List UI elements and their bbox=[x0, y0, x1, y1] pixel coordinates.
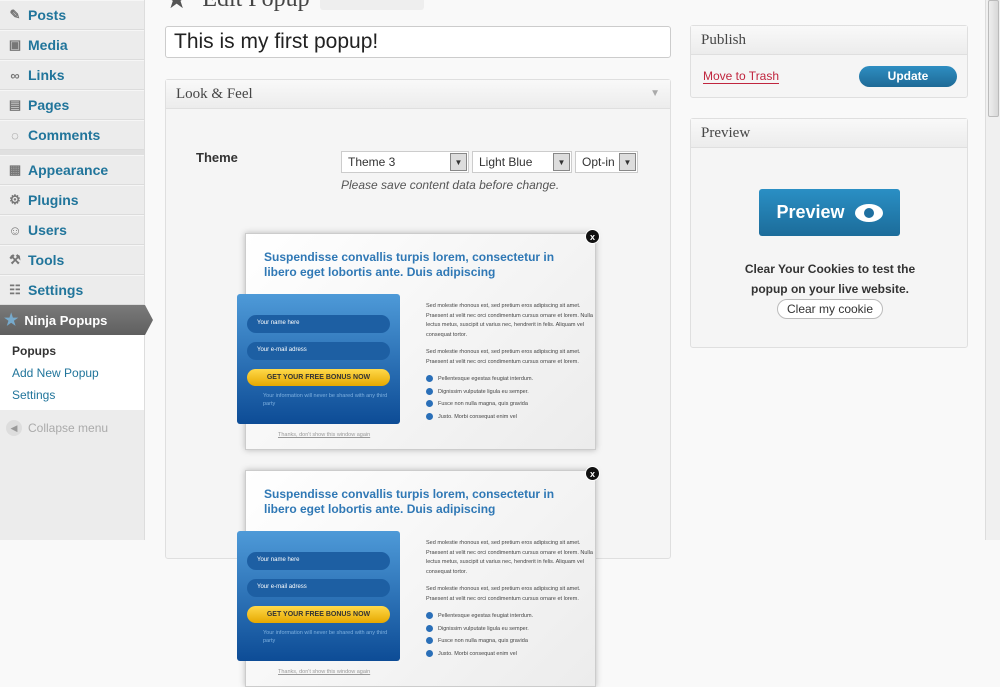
close-icon: x bbox=[585, 229, 600, 244]
popup-body: Sed molestie rhonous est, sed pretium er… bbox=[426, 539, 596, 660]
tools-icon: ⚒ bbox=[9, 252, 21, 267]
theme-note: Please save content data before change. bbox=[341, 178, 560, 192]
bullet-item: Dignissim vulputate ligula eu semper. bbox=[426, 623, 596, 636]
sidebar-item-pages[interactable]: ▤ Pages bbox=[0, 90, 144, 120]
bullet-item: Dignissim vulputate ligula eu semper. bbox=[426, 386, 596, 399]
check-icon bbox=[426, 412, 433, 420]
clear-cookies-text: Clear Your Cookies to test the popup on … bbox=[744, 262, 916, 296]
toggle-arrow-icon[interactable]: ▼ bbox=[650, 88, 660, 99]
name-field: Your name here bbox=[247, 315, 390, 333]
star-icon: ★ bbox=[165, 0, 188, 15]
type-select[interactable]: Opt-in ▼ bbox=[575, 151, 638, 173]
submenu-settings[interactable]: Settings bbox=[0, 384, 144, 406]
check-icon bbox=[426, 387, 433, 395]
look-and-feel-box: Look & Feel ▼ Theme Theme 3 ▼ Light Blue ▼ … bbox=[165, 79, 671, 687]
publish-header: Publish bbox=[691, 26, 967, 55]
theme-label: Theme bbox=[196, 150, 238, 165]
privacy-note: Your information will never be shared wi… bbox=[263, 630, 388, 644]
submenu-popups[interactable]: Popups bbox=[0, 340, 144, 362]
popup-headline: Suspendisse convallis turpis lorem, cons… bbox=[264, 487, 555, 516]
scrollbar[interactable] bbox=[985, 0, 1000, 540]
submenu-add-new-popup[interactable]: Add New Popup bbox=[0, 362, 144, 384]
plugin-icon: ⚙ bbox=[9, 192, 21, 207]
link-icon: ∞ bbox=[10, 67, 20, 83]
bullet-item: Pellentesque egestas feugiat interdum. bbox=[426, 610, 596, 623]
bullet-item: Justo. Morbi consequat enim vel bbox=[426, 411, 596, 424]
close-icon: x bbox=[585, 466, 600, 481]
optin-form: Your name here Your e-mail adress GET YO… bbox=[237, 531, 400, 661]
update-button[interactable]: Update bbox=[859, 66, 957, 87]
sidebar-item-posts[interactable]: ✎ Posts bbox=[0, 0, 144, 30]
sidebar-item-media[interactable]: ▣ Media bbox=[0, 30, 144, 60]
eye-icon bbox=[854, 203, 883, 222]
preview-header: Preview bbox=[691, 119, 967, 148]
preview-button[interactable]: Preview bbox=[759, 189, 900, 236]
dropdown-arrow-icon: ▼ bbox=[553, 153, 570, 171]
privacy-note: Your information will never be shared wi… bbox=[263, 393, 388, 407]
dont-show-link: Thanks, don't show this window again bbox=[278, 432, 371, 438]
name-field: Your name here bbox=[247, 552, 390, 570]
popup-body: Sed molestie rhonous est, sed pretium er… bbox=[426, 302, 596, 423]
collapse-arrow-icon: ◀ bbox=[6, 420, 22, 436]
popup-theme-preview[interactable]: x Suspendisse convallis turpis lorem, co… bbox=[237, 466, 600, 687]
popup-title-input[interactable]: This is my first popup! bbox=[165, 26, 671, 58]
sidebar-item-ninja-popups[interactable]: ★ Ninja Popups bbox=[0, 305, 153, 335]
star-icon: ★ bbox=[4, 312, 19, 329]
check-icon bbox=[426, 612, 433, 620]
sidebar-item-tools[interactable]: ⚒ Tools bbox=[0, 245, 144, 275]
move-to-trash-link[interactable]: Move to Trash bbox=[703, 69, 780, 84]
clear-cookie-button[interactable]: Clear my cookie bbox=[777, 299, 883, 319]
comment-icon: ◌ bbox=[11, 127, 19, 143]
sidebar-item-users[interactable]: ☺ Users bbox=[0, 215, 144, 245]
page-header: ★ Edit Popup bbox=[165, 0, 424, 15]
media-icon: ▣ bbox=[8, 37, 22, 52]
dont-show-link: Thanks, don't show this window again bbox=[278, 669, 371, 675]
publish-box: Publish Move to Trash Update bbox=[690, 25, 968, 98]
email-field: Your e-mail adress bbox=[247, 579, 390, 597]
submenu: Popups Add New Popup Settings bbox=[0, 335, 144, 410]
check-icon bbox=[426, 649, 433, 657]
optin-form: Your name here Your e-mail adress GET YO… bbox=[237, 294, 400, 424]
dropdown-arrow-icon: ▼ bbox=[450, 153, 467, 171]
pages-icon: ▤ bbox=[8, 97, 22, 112]
theme-select[interactable]: Theme 3 ▼ bbox=[341, 151, 469, 173]
look-and-feel-header[interactable]: Look & Feel ▼ bbox=[166, 80, 670, 109]
sidebar-item-plugins[interactable]: ⚙ Plugins bbox=[0, 185, 144, 215]
check-icon bbox=[426, 375, 433, 383]
cta-button: GET YOUR FREE BONUS NOW bbox=[247, 606, 390, 623]
check-icon bbox=[426, 400, 433, 408]
sidebar-item-comments[interactable]: ◌ Comments bbox=[0, 120, 144, 150]
sidebar-item-appearance[interactable]: ▦ Appearance bbox=[0, 155, 144, 185]
dropdown-arrow-icon: ▼ bbox=[619, 153, 636, 171]
scrollbar-thumb[interactable] bbox=[988, 0, 999, 117]
bullet-item: Pellentesque egestas feugiat interdum. bbox=[426, 373, 596, 386]
sidebar-item-links[interactable]: ∞ Links bbox=[0, 60, 144, 90]
bullet-item: Justo. Morbi consequat enim vel bbox=[426, 648, 596, 661]
preview-box: Preview Preview Clear Your Cookies to te… bbox=[690, 118, 968, 348]
pin-icon: ✎ bbox=[9, 7, 21, 22]
appearance-icon: ▦ bbox=[8, 162, 22, 177]
page-title: Edit Popup bbox=[202, 0, 309, 13]
collapse-menu-button[interactable]: ◀ Collapse menu bbox=[0, 410, 144, 446]
popup-headline: Suspendisse convallis turpis lorem, cons… bbox=[264, 250, 555, 279]
sidebar-item-settings[interactable]: ☷ Settings bbox=[0, 275, 144, 305]
settings-icon: ☷ bbox=[9, 282, 21, 297]
color-select[interactable]: Light Blue ▼ bbox=[472, 151, 572, 173]
users-icon: ☺ bbox=[8, 222, 22, 238]
admin-sidebar: ✎ Posts ▣ Media ∞ Links ▤ Pages ◌ Comments ▦ Appear… bbox=[0, 0, 153, 540]
popup-theme-preview[interactable]: x Suspendisse convallis turpis lorem, co… bbox=[237, 229, 600, 450]
cta-button: GET YOUR FREE BONUS NOW bbox=[247, 369, 390, 386]
check-icon bbox=[426, 637, 433, 645]
email-field: Your e-mail adress bbox=[247, 342, 390, 360]
bullet-item: Fusce non nulla magna, quis gravida bbox=[426, 635, 596, 648]
check-icon bbox=[426, 624, 433, 632]
add-new-button[interactable] bbox=[319, 0, 424, 10]
bullet-item: Fusce non nulla magna, quis gravida bbox=[426, 398, 596, 411]
